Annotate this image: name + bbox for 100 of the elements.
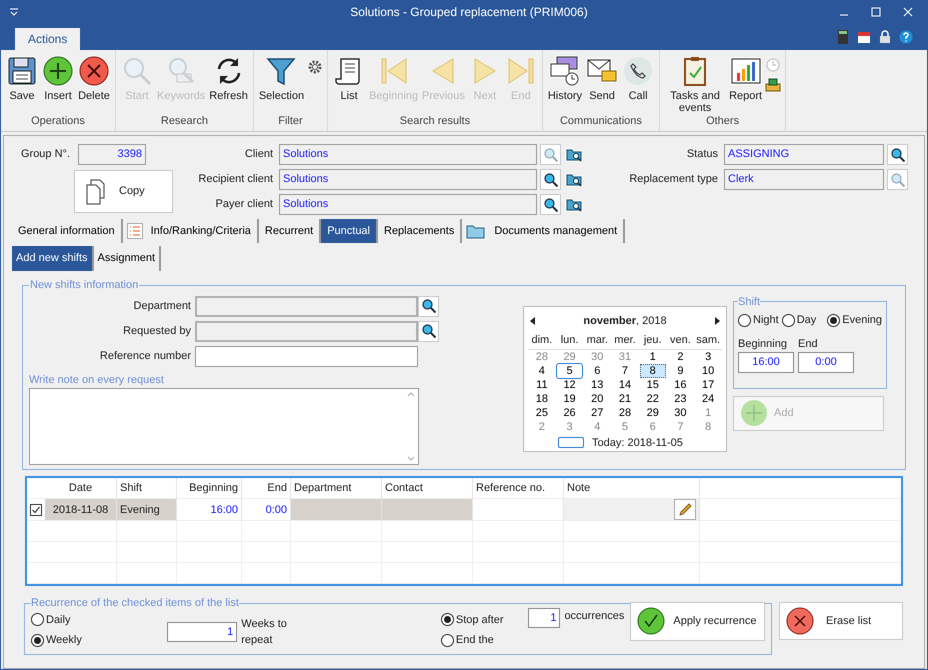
text-field[interactable] xyxy=(195,296,418,316)
search-button[interactable] xyxy=(540,194,561,215)
calendar-day[interactable]: 6 xyxy=(584,364,610,378)
help-icon[interactable] xyxy=(899,30,913,44)
search-button[interactable] xyxy=(418,296,439,316)
calendar-day[interactable]: 26 xyxy=(556,406,582,420)
radio-button[interactable]: Daily xyxy=(31,612,168,628)
calendar-day[interactable]: 28 xyxy=(612,406,638,420)
calendar-day[interactable]: 28 xyxy=(529,350,555,364)
calendar-day[interactable]: 29 xyxy=(556,350,582,364)
calendar-day[interactable]: 2 xyxy=(529,420,555,434)
calendar-day[interactable]: 4 xyxy=(529,364,555,378)
text-field[interactable] xyxy=(195,346,418,366)
radio-button[interactable]: Evening xyxy=(827,312,882,328)
today-link[interactable]: Today: 2018-11-05 xyxy=(592,434,683,451)
copy-button[interactable]: Copy xyxy=(74,170,173,213)
number-field[interactable]: 1 xyxy=(528,608,560,628)
gear-icon[interactable] xyxy=(307,59,324,75)
text-field[interactable]: Solutions xyxy=(279,144,537,165)
ribbon-button[interactable]: Report xyxy=(728,55,764,102)
text-field[interactable]: Solutions xyxy=(279,169,537,190)
calendar-day[interactable]: 3 xyxy=(556,420,582,434)
text-field[interactable]: Solutions xyxy=(279,194,537,215)
calendar-day[interactable]: 30 xyxy=(668,406,694,420)
ribbon-button[interactable]: Refresh xyxy=(208,55,249,102)
ribbon-button[interactable]: Call xyxy=(621,55,656,102)
ribbon-tab[interactable]: Actions xyxy=(15,28,80,50)
calendar-day[interactable]: 9 xyxy=(668,364,694,378)
text-field[interactable]: Clerk xyxy=(724,169,884,190)
field-label: End xyxy=(798,336,819,352)
number-field[interactable]: 1 xyxy=(167,622,238,642)
calendar-day[interactable]: 17 xyxy=(695,378,721,392)
triangle-left-icon[interactable] xyxy=(530,316,536,325)
triangle-right-icon[interactable] xyxy=(714,316,720,325)
calendar-icon[interactable] xyxy=(857,30,871,44)
calendar-day[interactable]: 16 xyxy=(668,378,694,392)
lock-icon[interactable] xyxy=(879,30,891,44)
search-button[interactable] xyxy=(418,320,439,342)
maximize-icon[interactable] xyxy=(871,7,881,17)
calendar-day[interactable]: 18 xyxy=(529,392,555,406)
calendar-day[interactable]: 31 xyxy=(612,350,638,364)
calendar-day[interactable]: 1 xyxy=(640,350,666,364)
calendar-day[interactable]: 21 xyxy=(612,392,638,406)
calendar-day[interactable]: 27 xyxy=(584,406,610,420)
time-field[interactable]: 16:00 xyxy=(738,352,794,373)
ribbon-button[interactable]: Delete xyxy=(77,55,111,102)
calendar-day[interactable]: 20 xyxy=(584,392,610,406)
calendar-day[interactable]: 3 xyxy=(695,350,721,364)
calendar-day[interactable]: 23 xyxy=(668,392,694,406)
calendar-day[interactable]: 25 xyxy=(529,406,555,420)
erase-list-button[interactable]: Erase list xyxy=(779,602,903,640)
calendar-day[interactable]: 10 xyxy=(695,364,721,378)
calendar-day[interactable]: 4 xyxy=(584,420,610,434)
calendar-day[interactable]: 7 xyxy=(612,364,638,378)
calendar-day[interactable]: 1 xyxy=(695,406,721,420)
calendar-day[interactable]: 2 xyxy=(668,350,694,364)
note-field[interactable] xyxy=(29,388,419,465)
close-icon[interactable] xyxy=(903,7,913,17)
calendar-day[interactable]: 13 xyxy=(584,378,610,392)
calendar-day[interactable]: 14 xyxy=(612,378,638,392)
radio-button[interactable]: Day xyxy=(782,312,816,328)
radio-button[interactable]: Weekly xyxy=(31,632,168,648)
menu-icon[interactable] xyxy=(9,7,19,17)
tab[interactable]: Punctual xyxy=(321,219,378,243)
ribbon-button[interactable]: Selection xyxy=(258,55,306,102)
text-field[interactable]: 3398 xyxy=(78,144,146,165)
radio-button[interactable]: Stop after xyxy=(440,612,528,628)
radio-button[interactable]: End the xyxy=(440,632,528,648)
radio-button[interactable]: Night xyxy=(738,312,779,328)
calendar-day[interactable]: 11 xyxy=(529,378,555,392)
search-button[interactable] xyxy=(887,144,908,165)
calendar-day[interactable]: 22 xyxy=(640,392,666,406)
checkbox[interactable] xyxy=(30,504,42,516)
calendar-day[interactable]: 5 xyxy=(612,420,638,434)
apply-recurrence-button[interactable]: Apply recurrence xyxy=(630,602,765,640)
calendar-day[interactable]: 15 xyxy=(640,378,666,392)
cash-icon[interactable] xyxy=(765,77,782,93)
ribbon-button[interactable]: Insert xyxy=(41,55,75,102)
calendar-day[interactable]: 5 xyxy=(556,364,582,378)
calendar-day[interactable]: 8 xyxy=(640,364,666,378)
calendar-day[interactable]: 6 xyxy=(640,420,666,434)
search-button[interactable] xyxy=(540,169,561,190)
calculator-icon[interactable] xyxy=(837,30,849,44)
ribbon-button[interactable]: Tasks and events xyxy=(664,55,726,114)
ribbon-button[interactable]: List xyxy=(332,55,366,102)
ribbon-button[interactable]: Save xyxy=(5,55,39,102)
calendar-day[interactable]: 8 xyxy=(695,420,721,434)
edit-button[interactable] xyxy=(674,499,696,520)
text-field[interactable] xyxy=(195,320,418,342)
ribbon-button[interactable]: Send xyxy=(585,55,620,102)
time-field[interactable]: 0:00 xyxy=(798,352,854,373)
calendar-day[interactable]: 24 xyxy=(695,392,721,406)
ribbon-button[interactable]: History xyxy=(546,55,584,102)
calendar-day[interactable]: 30 xyxy=(584,350,610,364)
subtab[interactable]: Add new shifts xyxy=(12,246,94,271)
calendar-day[interactable]: 12 xyxy=(556,378,582,392)
calendar-day[interactable]: 29 xyxy=(640,406,666,420)
calendar-day[interactable]: 7 xyxy=(668,420,694,434)
calendar-day[interactable]: 19 xyxy=(556,392,582,406)
text-field[interactable]: ASSIGNING xyxy=(724,144,884,165)
